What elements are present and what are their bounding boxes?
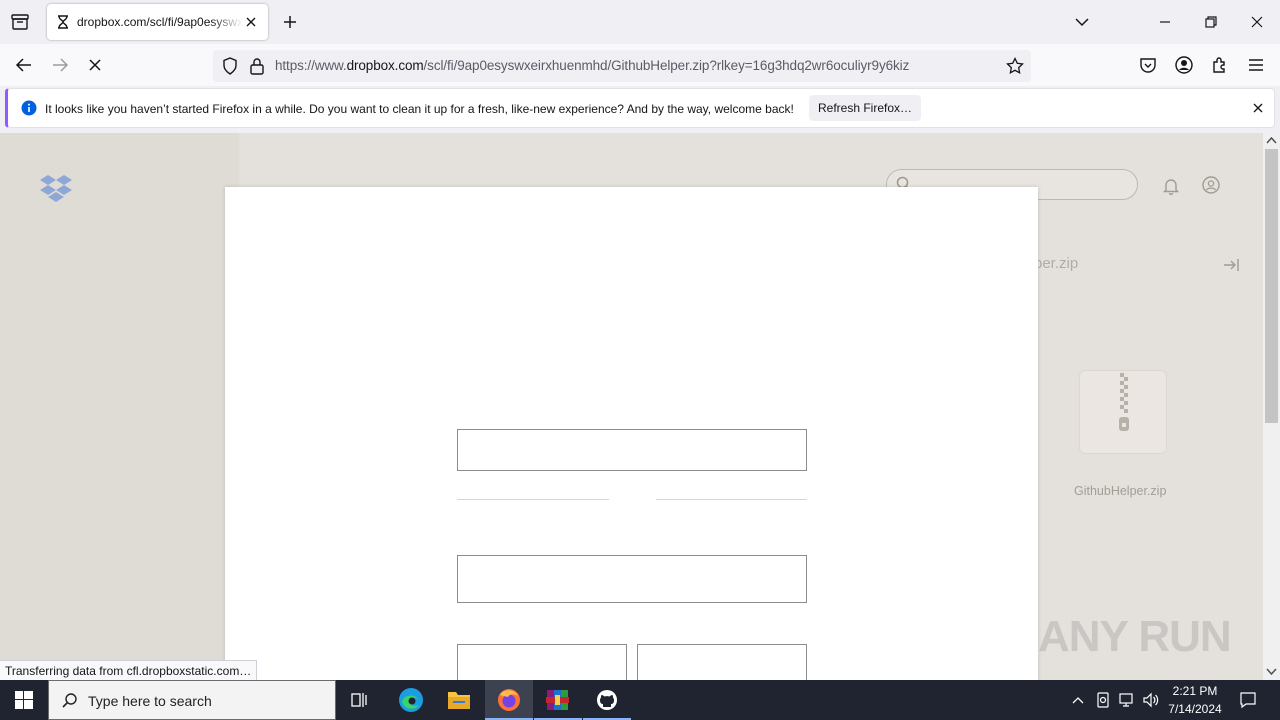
task-view-icon: [351, 693, 367, 707]
watermark-text: ANY RUN: [1038, 612, 1232, 661]
notification-message: It looks like you haven’t started Firefo…: [45, 102, 794, 116]
network-icon[interactable]: [1118, 691, 1136, 709]
edge-button[interactable]: [387, 680, 435, 720]
tab-title: dropbox.com/scl/fi/9ap0esyswxeirxhuenmhd…: [77, 15, 243, 29]
bookmark-star-icon[interactable]: [1005, 56, 1025, 76]
bell-icon[interactable]: [1161, 176, 1181, 196]
placeholder-input-field[interactable]: [457, 429, 807, 471]
page-viewport: per.zip GithubHelper.zip: [0, 133, 1263, 680]
task-view-button[interactable]: [336, 680, 384, 720]
windows-taskbar: Type here to search 2:21 PM 7/14/2024: [0, 680, 1280, 720]
active-tab[interactable]: dropbox.com/scl/fi/9ap0esyswxeirxhuenmhd…: [47, 4, 268, 40]
tab-strip: dropbox.com/scl/fi/9ap0esyswxeirxhuenmhd…: [0, 0, 1280, 44]
loading-dialog: [225, 187, 1038, 680]
zip-file-thumbnail[interactable]: [1079, 370, 1167, 454]
edge-icon: [399, 688, 423, 712]
close-tab-icon[interactable]: [243, 14, 259, 30]
taskbar-search-placeholder: Type here to search: [88, 693, 212, 709]
winrar-button[interactable]: [534, 680, 582, 720]
zipper-icon: [1119, 373, 1129, 431]
search-icon: [62, 693, 77, 708]
navigation-toolbar: https://www.dropbox.com/scl/fi/9ap0esysw…: [0, 44, 1280, 86]
info-icon: [21, 100, 37, 116]
dropbox-sidebar: [0, 133, 239, 680]
file-name-heading: per.zip: [1034, 255, 1079, 272]
refresh-firefox-button[interactable]: Refresh Firefox…: [809, 95, 921, 121]
placeholder-input-field[interactable]: [637, 644, 807, 680]
expand-panel-icon[interactable]: [1221, 255, 1241, 275]
chevron-up-icon[interactable]: [1071, 694, 1085, 706]
close-notification-icon[interactable]: [1251, 101, 1265, 115]
file-explorer-button[interactable]: [435, 680, 483, 720]
account-icon[interactable]: [1173, 54, 1195, 76]
back-icon[interactable]: [13, 54, 35, 76]
firefox-icon: [498, 689, 520, 711]
anyrun-watermark: ANY RUN: [1038, 612, 1232, 662]
url-prefix: https://www.: [275, 58, 347, 73]
url-domain: dropbox.com: [346, 58, 424, 73]
file-name-label: GithubHelper.zip: [1074, 484, 1167, 498]
hourglass-icon: [58, 15, 68, 29]
firefox-button[interactable]: [485, 680, 533, 720]
lock-icon[interactable]: [248, 56, 266, 76]
url-bar[interactable]: https://www.dropbox.com/scl/fi/9ap0esysw…: [213, 50, 1031, 82]
url-text[interactable]: https://www.dropbox.com/scl/fi/9ap0esysw…: [275, 58, 909, 73]
restore-icon[interactable]: [1199, 10, 1223, 34]
account-avatar-icon[interactable]: [1201, 175, 1221, 195]
notification-center-icon[interactable]: [1238, 690, 1258, 710]
close-window-icon[interactable]: [1245, 10, 1269, 34]
forward-icon[interactable]: [49, 54, 71, 76]
placeholder-input-field[interactable]: [457, 555, 807, 603]
stop-loading-icon[interactable]: [84, 54, 106, 76]
status-panel: Transferring data from cfl.dropboxstatic…: [0, 660, 258, 680]
windows-start-icon[interactable]: [15, 691, 33, 709]
taskbar-search-box[interactable]: Type here to search: [48, 680, 336, 720]
scroll-thumb[interactable]: [1265, 149, 1278, 423]
list-tabs-icon[interactable]: [1070, 10, 1094, 34]
github-icon: [597, 690, 617, 710]
clock-time[interactable]: 2:21 PM: [1164, 684, 1226, 698]
tracking-protection-shield-icon[interactable]: [220, 56, 240, 76]
page-scrollbar[interactable]: [1263, 133, 1280, 680]
divider-right: [656, 499, 807, 500]
app-menu-icon[interactable]: [1245, 54, 1267, 76]
extensions-icon[interactable]: [1209, 54, 1231, 76]
device-icon[interactable]: [1095, 691, 1111, 709]
folder-icon: [448, 692, 470, 709]
notification-bar: It looks like you haven’t started Firefo…: [5, 88, 1275, 128]
github-desktop-button[interactable]: [583, 680, 631, 720]
minimize-icon[interactable]: [1153, 10, 1177, 34]
pocket-icon[interactable]: [1137, 54, 1159, 76]
tab-manager-icon[interactable]: [9, 11, 31, 33]
scroll-up-icon[interactable]: [1266, 136, 1277, 145]
scroll-down-icon[interactable]: [1266, 667, 1277, 676]
divider-left: [457, 499, 609, 500]
volume-icon[interactable]: [1142, 691, 1160, 709]
dropbox-logo-icon[interactable]: [40, 175, 72, 203]
placeholder-input-field[interactable]: [457, 644, 627, 680]
url-path: /scl/fi/9ap0esyswxeirxhuenmhd/GithubHelp…: [423, 58, 910, 73]
new-tab-icon[interactable]: [280, 12, 300, 32]
winrar-icon: [546, 690, 569, 710]
clock-date[interactable]: 7/14/2024: [1164, 702, 1226, 716]
